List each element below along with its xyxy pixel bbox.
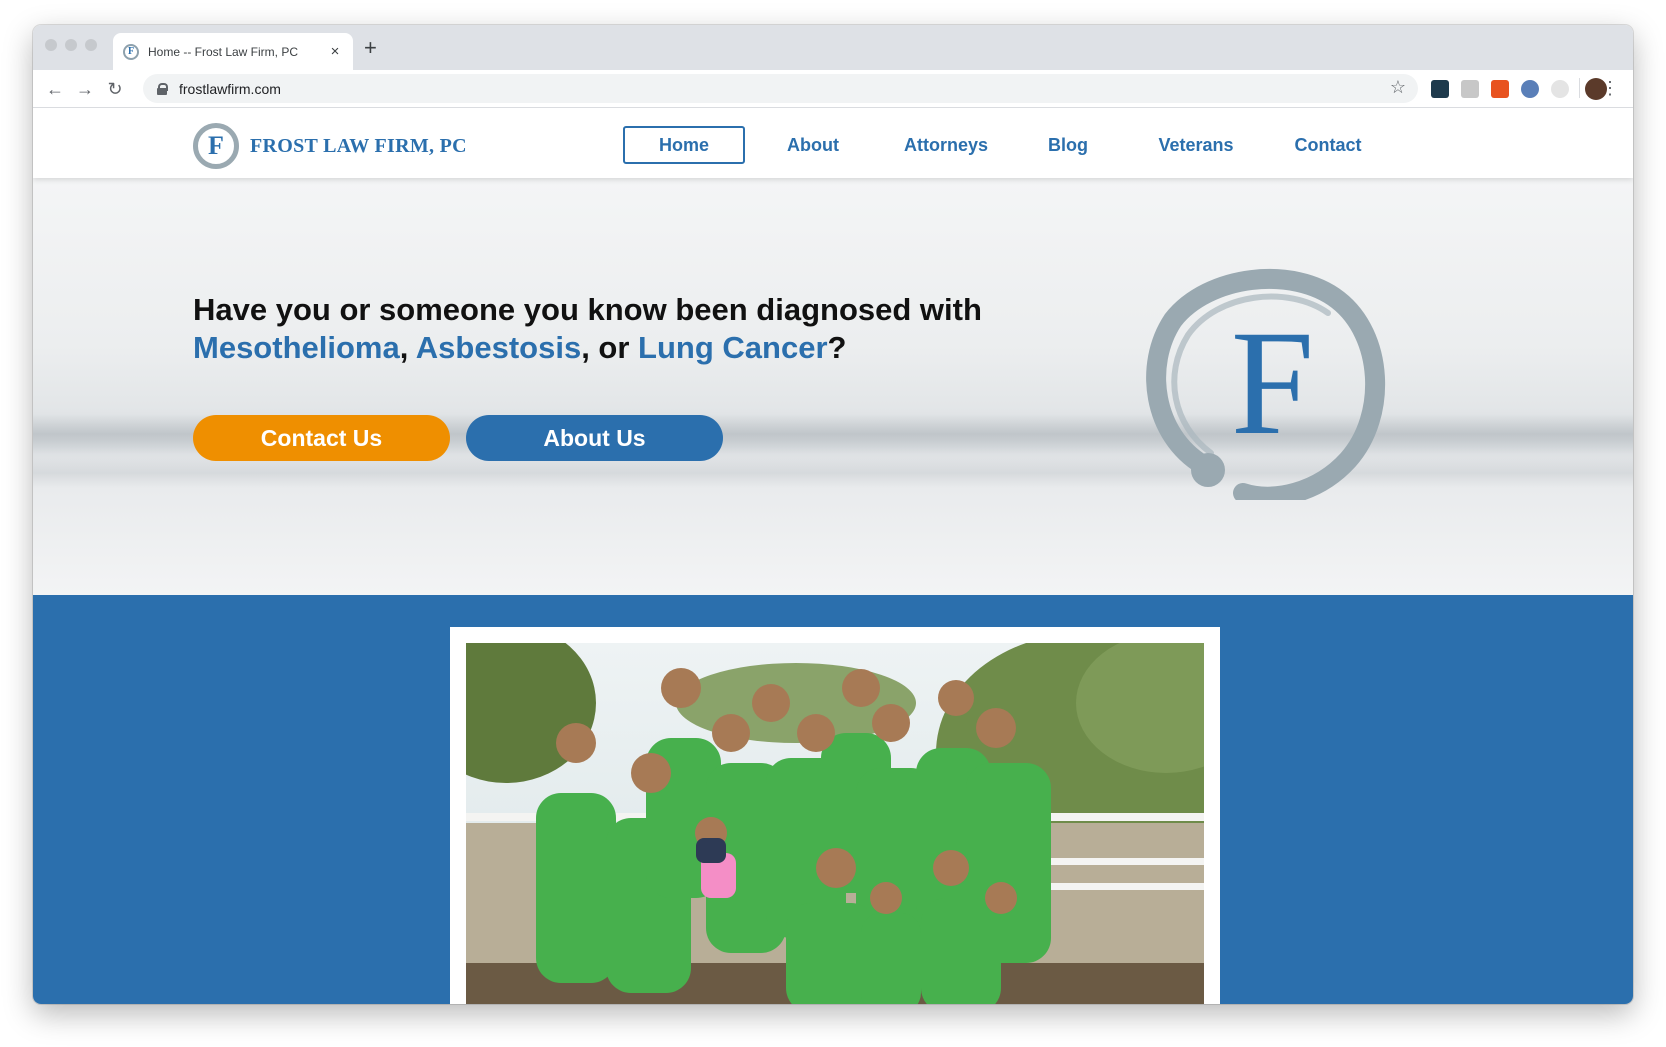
browser-menu-icon[interactable]: ⋮: [1601, 77, 1619, 99]
nav-veterans[interactable]: Veterans: [1141, 126, 1251, 164]
lock-icon: [157, 82, 168, 95]
extension-globe-icon[interactable]: [1521, 80, 1539, 98]
brush-circle-logo: F: [1133, 265, 1388, 507]
new-tab-button[interactable]: +: [364, 37, 377, 59]
logo-mark: F: [193, 123, 239, 169]
browser-window: F Home -- Frost Law Firm, PC × + ← → ↻ f…: [33, 25, 1633, 1004]
maximize-window-button[interactable]: [85, 39, 97, 51]
react-devtools-icon[interactable]: [1431, 80, 1449, 98]
logo-text: FROST LAW FIRM, PC: [250, 134, 467, 157]
logo-letter: F: [208, 131, 224, 160]
tab-strip: F Home -- Frost Law Firm, PC × +: [33, 25, 1633, 70]
browser-tab[interactable]: F Home -- Frost Law Firm, PC ×: [113, 33, 353, 70]
term-asbestosis: Asbestosis: [415, 330, 582, 365]
address-bar[interactable]: frostlawfirm.com ☆: [143, 74, 1418, 103]
extension-icon[interactable]: [1461, 80, 1479, 98]
team-photo-illustration: [466, 643, 1204, 1004]
term-mesothelioma: Mesothelioma: [193, 330, 400, 365]
headline-separator: , or: [581, 330, 639, 365]
nav-blog[interactable]: Blog: [1028, 126, 1108, 164]
back-icon[interactable]: ←: [43, 77, 67, 101]
web-page: F FROST LAW FIRM, PC Home About Attorney…: [33, 108, 1633, 1004]
nav-about[interactable]: About: [763, 126, 863, 164]
frost-f-icon: F: [123, 43, 139, 60]
headline-end: ?: [827, 330, 847, 365]
team-photo: [466, 643, 1204, 1004]
site-header: F FROST LAW FIRM, PC Home About Attorney…: [33, 108, 1633, 178]
headline-line: Have you or someone you know been diagno…: [193, 292, 982, 327]
forward-icon[interactable]: →: [73, 77, 97, 101]
hero-section: Have you or someone you know been diagno…: [33, 178, 1633, 595]
tab-title: Home -- Frost Law Firm, PC: [148, 44, 299, 59]
site-logo[interactable]: F FROST LAW FIRM, PC: [193, 123, 467, 169]
ocean-wave: [33, 458, 1633, 488]
nav-attorneys[interactable]: Attorneys: [886, 126, 1006, 164]
toolbar-divider: [1579, 78, 1580, 98]
reload-icon[interactable]: ↻: [103, 77, 127, 101]
contact-us-button[interactable]: Contact Us: [193, 415, 450, 461]
extension-alert-icon[interactable]: [1491, 80, 1509, 98]
headline-separator: ,: [399, 330, 416, 365]
nav-home[interactable]: Home: [623, 126, 745, 164]
close-window-button[interactable]: [45, 39, 57, 51]
nav-contact[interactable]: Contact: [1273, 126, 1383, 164]
team-photo-frame: [450, 627, 1220, 1004]
logo-letter-large: F: [1230, 299, 1315, 466]
about-us-button[interactable]: About Us: [466, 415, 723, 461]
url-text[interactable]: frostlawfirm.com: [179, 81, 281, 97]
browser-toolbar: ← → ↻ frostlawfirm.com ☆ ⋮: [33, 70, 1633, 108]
close-tab-icon[interactable]: ×: [327, 43, 343, 60]
minimize-window-button[interactable]: [65, 39, 77, 51]
term-lung-cancer: Lung Cancer: [638, 330, 828, 365]
extension-misc-icon[interactable]: [1551, 80, 1569, 98]
bookmark-star-icon[interactable]: ☆: [1390, 77, 1406, 98]
team-section: [33, 595, 1633, 1004]
hero-headline: Have you or someone you know been diagno…: [193, 291, 1073, 367]
